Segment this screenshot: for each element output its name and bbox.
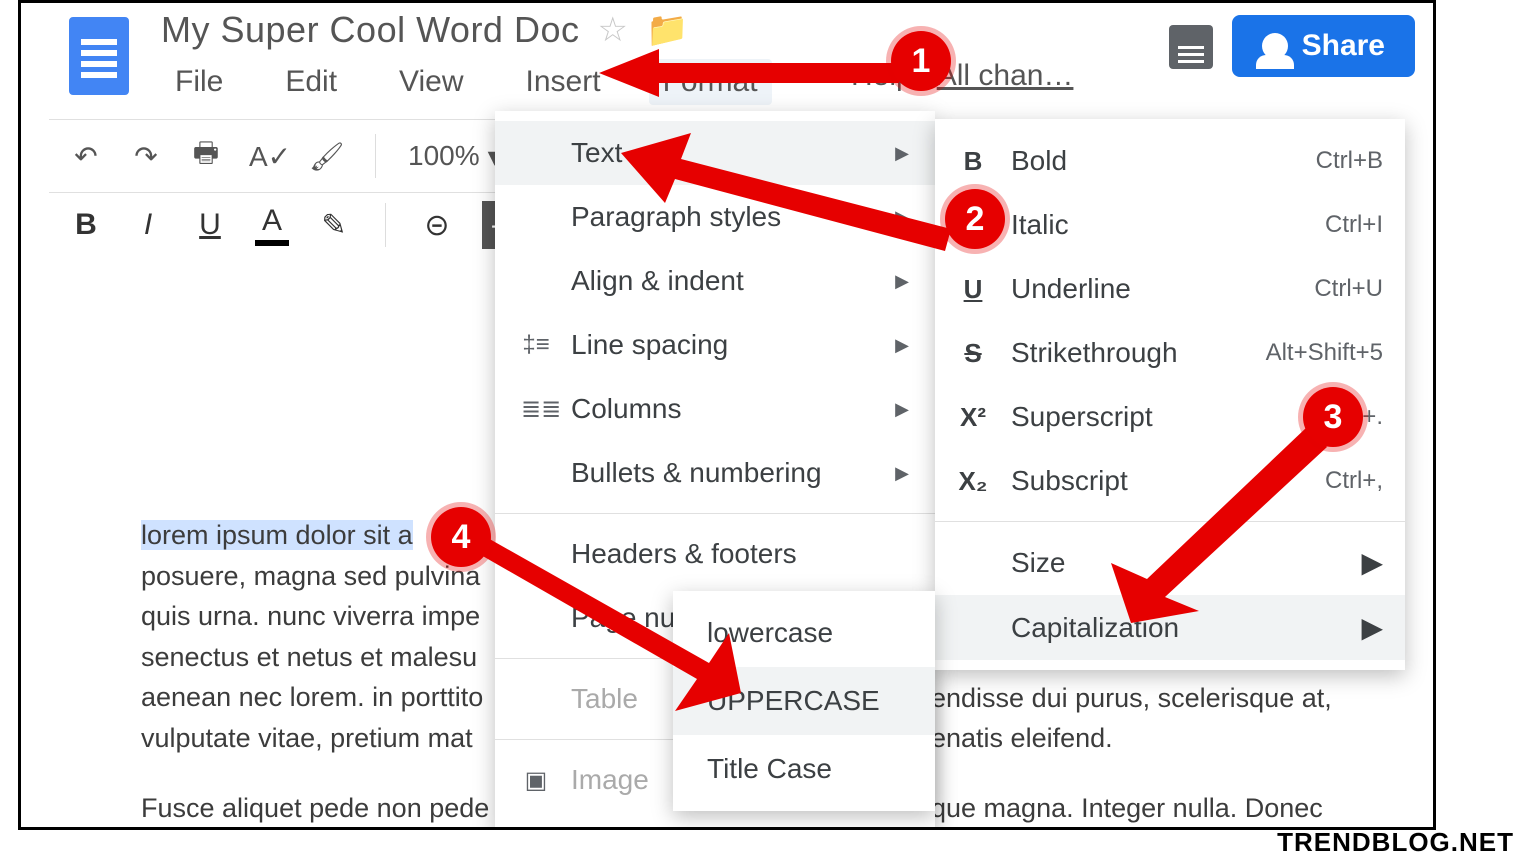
text-subscript[interactable]: X₂SubscriptCtrl+, (935, 449, 1405, 513)
text-capitalization[interactable]: Capitalization▶ (935, 595, 1405, 660)
zoom-select[interactable]: 100% ▾ (408, 140, 502, 173)
cap-uppercase[interactable]: UPPERCASE (673, 667, 935, 735)
document-title[interactable]: My Super Cool Word Doc (161, 9, 579, 51)
cap-lowercase[interactable]: lowercase (673, 599, 935, 667)
share-button[interactable]: Share (1232, 15, 1415, 77)
text-size[interactable]: Size▶ (935, 530, 1405, 595)
annotation-badge-1: 1 (891, 31, 951, 91)
comments-icon[interactable] (1169, 25, 1213, 69)
format-line-spacing[interactable]: ‡≡Line spacing▶ (495, 313, 935, 377)
annotation-badge-3: 3 (1303, 387, 1363, 447)
cap-titlecase[interactable]: Title Case (673, 735, 935, 803)
folder-icon[interactable]: 📁 (646, 13, 688, 47)
format-align-indent[interactable]: Align & indent▶ (495, 249, 935, 313)
underline-button[interactable]: U (193, 208, 227, 242)
text-underline[interactable]: UUnderlineCtrl+U (935, 257, 1405, 321)
bold-button[interactable]: B (69, 208, 103, 242)
app-header: My Super Cool Word Doc ☆ 📁 File Edit Vie… (21, 3, 1433, 111)
menu-file[interactable]: File (161, 59, 237, 105)
selected-text: lorem ipsum dolor sit a (141, 520, 413, 550)
menu-edit[interactable]: Edit (271, 59, 351, 105)
highlight-button[interactable]: ✎ (317, 208, 351, 243)
format-headers-footers[interactable]: Headers & footers (495, 522, 935, 586)
italic-button[interactable]: I (131, 208, 165, 242)
menubar: File Edit View Insert Format (161, 59, 772, 105)
share-label: Share (1302, 29, 1385, 63)
menu-view[interactable]: View (385, 59, 477, 105)
columns-icon: ≣≣ (521, 395, 551, 424)
text-bold[interactable]: BBoldCtrl+B (935, 129, 1405, 193)
submenu-arrow-icon: ▶ (895, 143, 909, 164)
watermark: TRENDBLOG.NET (1277, 827, 1514, 858)
menu-insert[interactable]: Insert (512, 59, 615, 105)
format-columns[interactable]: ≣≣Columns▶ (495, 377, 935, 441)
line-spacing-icon: ‡≡ (521, 331, 551, 359)
spellcheck-icon[interactable]: A✓ (249, 140, 283, 173)
person-icon (1262, 33, 1288, 59)
menu-format[interactable]: Format (649, 59, 772, 105)
print-icon[interactable]: 🖶 (189, 132, 223, 180)
format-bullets-numbering[interactable]: Bullets & numbering▶ (495, 441, 935, 505)
text-italic[interactable]: IItalicCtrl+I (935, 193, 1405, 257)
annotation-badge-2: 2 (945, 189, 1005, 249)
image-icon: ▣ (521, 766, 551, 795)
undo-icon[interactable]: ↶ (69, 140, 103, 173)
text-strikethrough[interactable]: SStrikethroughAlt+Shift+5 (935, 321, 1405, 385)
docs-logo-icon[interactable] (69, 17, 129, 95)
star-icon[interactable]: ☆ (597, 13, 627, 47)
format-text[interactable]: Text▶ (495, 121, 935, 185)
paint-format-icon[interactable]: 🖌 (309, 140, 343, 173)
capitalization-submenu: lowercase UPPERCASE Title Case (673, 591, 935, 811)
all-changes-link[interactable]: All chan… (937, 59, 1074, 93)
annotation-badge-4: 4 (431, 507, 491, 567)
submenu-arrow-icon: ▶ (1361, 546, 1383, 579)
redo-icon[interactable]: ↷ (129, 140, 163, 173)
insert-link-icon[interactable]: ⊝ (420, 208, 454, 243)
text-color-button[interactable]: A (255, 204, 289, 246)
format-paragraph-styles[interactable]: Paragraph styles▶ (495, 185, 935, 249)
